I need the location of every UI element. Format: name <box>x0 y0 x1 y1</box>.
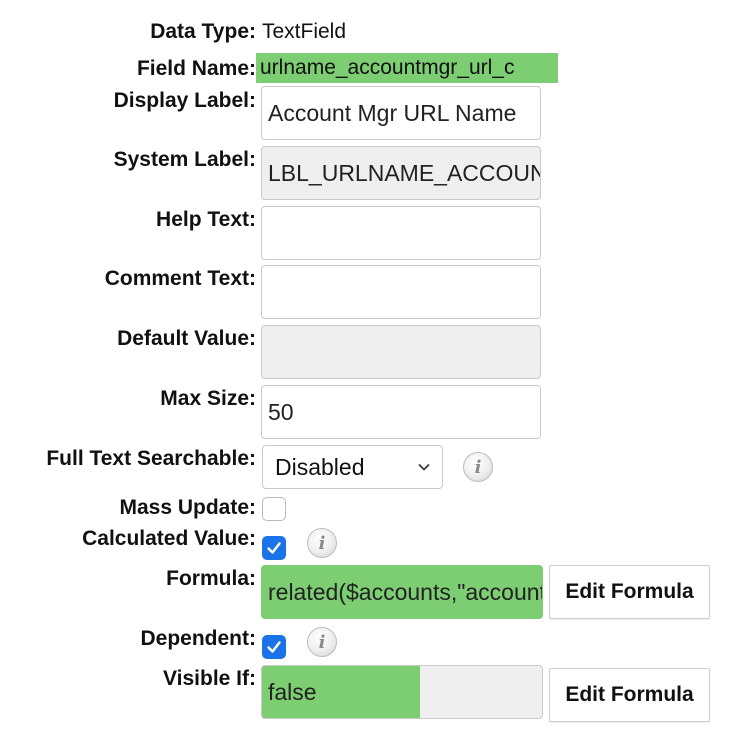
default-value-input <box>261 325 541 379</box>
data-type-value: TextField <box>262 20 347 43</box>
full-text-searchable-selected: Disabled <box>275 453 365 480</box>
data-type-label: Data Type: <box>150 20 256 43</box>
formula-input[interactable]: related($accounts,"account_manager_url_c… <box>261 565 543 619</box>
calculated-value-label: Calculated Value: <box>82 527 256 550</box>
dependent-label: Dependent: <box>140 627 257 650</box>
formula-label: Formula: <box>166 567 256 590</box>
chevron-down-icon <box>418 463 430 471</box>
checkmark-icon <box>267 542 281 554</box>
edit-formula-button[interactable]: Edit Formula <box>549 668 710 722</box>
info-icon[interactable]: i <box>463 452 493 482</box>
max-size-label: Max Size: <box>160 387 256 410</box>
calculated-value-checkbox[interactable] <box>262 536 286 560</box>
info-icon[interactable]: i <box>307 528 337 558</box>
help-text-input[interactable] <box>261 206 541 260</box>
comment-text-label: Comment Text: <box>104 267 256 290</box>
visible-if-label: Visible If: <box>163 667 256 690</box>
full-text-searchable-select[interactable]: Disabled <box>262 445 443 489</box>
mass-update-checkbox[interactable] <box>262 497 286 521</box>
info-icon[interactable]: i <box>307 627 337 657</box>
field-name-label: Field Name: <box>136 57 256 80</box>
comment-text-input[interactable] <box>261 265 541 319</box>
dependent-checkbox[interactable] <box>262 635 286 659</box>
default-value-label: Default Value: <box>117 327 256 350</box>
visible-if-input[interactable]: false <box>261 665 543 719</box>
edit-formula-button[interactable]: Edit Formula <box>549 565 710 619</box>
system-label-input: LBL_URLNAME_ACCOUNTMGR_URL <box>261 146 541 200</box>
full-text-searchable-label: Full Text Searchable: <box>46 447 256 470</box>
max-size-input[interactable]: 50 <box>261 385 541 439</box>
checkmark-icon <box>267 641 281 653</box>
display-label-label: Display Label: <box>113 89 256 112</box>
display-label-input[interactable]: Account Mgr URL Name <box>261 86 541 140</box>
visible-if-value: false <box>268 678 317 705</box>
field-name-value: urlname_accountmgr_url_c <box>256 53 558 83</box>
mass-update-label: Mass Update: <box>119 496 256 519</box>
system-label-label: System Label: <box>113 148 256 171</box>
help-text-label: Help Text: <box>156 208 256 231</box>
